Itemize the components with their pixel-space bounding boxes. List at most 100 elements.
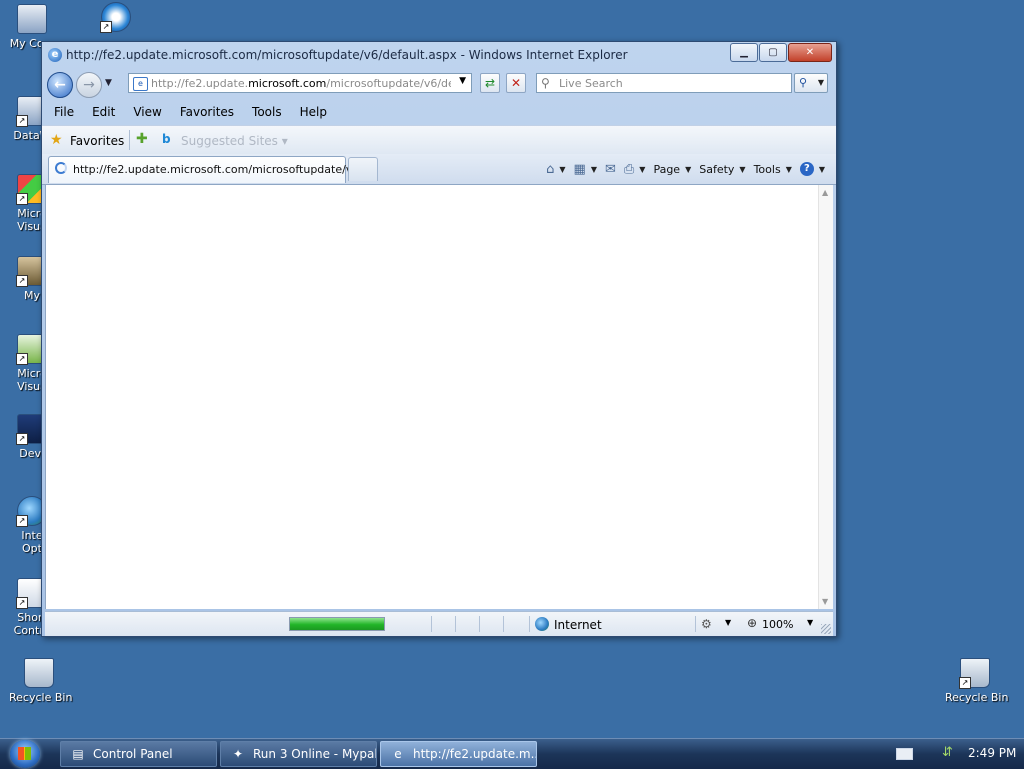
maximize-button[interactable]: ▢ (759, 43, 787, 62)
print-dropdown[interactable]: ▼ (639, 165, 645, 174)
menu-favorites[interactable]: Favorites (174, 105, 240, 119)
zoom-level[interactable]: 100% (762, 618, 793, 631)
window-controls: ▁ ▢ ✕ (730, 43, 832, 62)
taskbar-button-label: http://fe2.update.m... (413, 747, 537, 761)
print-button[interactable]: ⎙ ▼ (621, 160, 649, 178)
window-title: http://fe2.update.microsoft.com/microsof… (66, 48, 628, 62)
media-player-icon: ↗ (100, 2, 131, 33)
favorites-star-icon[interactable]: ★ (50, 132, 63, 148)
recycle-bin-icon: ↗ (959, 658, 990, 689)
resize-grip[interactable] (821, 624, 831, 634)
tools-menu[interactable]: Tools ▼ (751, 160, 795, 178)
ie-logo-icon: e (48, 48, 62, 62)
keyboard-icon[interactable] (896, 748, 913, 760)
stop-button[interactable]: ✕ (506, 73, 526, 93)
search-input[interactable]: ⚲ Live Search (536, 73, 792, 93)
internet-zone-icon (535, 617, 549, 631)
printer-icon: ⎙ (623, 161, 635, 177)
address-domain: microsoft.com (248, 77, 327, 90)
shortcut-arrow-icon: ↗ (16, 193, 28, 205)
computer-icon (17, 4, 47, 34)
mypal-icon: ✦ (232, 747, 244, 761)
page-menu-label: Page (653, 162, 681, 176)
address-prefix: http://fe2.update. (151, 77, 249, 90)
page-icon: e (133, 77, 148, 91)
menu-help[interactable]: Help (294, 105, 333, 119)
shortcut-arrow-icon: ↗ (16, 115, 28, 127)
address-dropdown[interactable]: ▼ (459, 76, 466, 86)
close-button[interactable]: ✕ (788, 43, 832, 62)
tab-current[interactable]: http://fe2.update.microsoft.com/microsof… (48, 156, 362, 183)
page-content[interactable] (45, 185, 819, 609)
add-to-favorites-icon[interactable]: ✚ (136, 131, 148, 147)
read-mail-button[interactable]: ✉ (602, 160, 619, 178)
zoom-dropdown[interactable]: ▼ (807, 618, 813, 627)
feeds-dropdown[interactable]: ▼ (591, 165, 597, 174)
new-tab-button[interactable] (348, 157, 378, 181)
vertical-scrollbar[interactable]: ▲ ▼ (818, 185, 833, 609)
desktop-icon-recycle-bin-right[interactable]: ↗ Recycle Bin (945, 658, 1008, 704)
favorites-button[interactable]: Favorites (70, 134, 124, 148)
address-url[interactable]: http://fe2.update.microsoft.com/microsof… (151, 77, 451, 90)
clock[interactable]: 2:49 PM (968, 746, 1016, 760)
tab-row: http://fe2.update.microsoft.com/microsof… (42, 154, 836, 185)
protected-mode-icon[interactable]: ⚙ (701, 617, 712, 631)
menu-tools[interactable]: Tools (246, 105, 288, 119)
desktop-icon-recycle-bin-left[interactable]: Recycle Bin (9, 658, 73, 704)
home-dropdown[interactable]: ▼ (559, 165, 565, 174)
search-options-dropdown[interactable]: ▼ (818, 74, 824, 92)
status-separator (695, 616, 696, 632)
menu-file[interactable]: File (48, 105, 80, 119)
help-dropdown[interactable]: ▼ (819, 165, 825, 174)
zoom-icon[interactable]: ⊕ (747, 616, 757, 630)
search-button[interactable]: ⚲ ▼ (794, 73, 828, 93)
menu-bar: File Edit View Favorites Tools Help (42, 100, 836, 124)
taskbar-button-label: Control Panel (93, 747, 173, 761)
forward-button[interactable]: → (76, 72, 102, 98)
scroll-down-icon[interactable]: ▼ (822, 597, 828, 606)
chevron-down-icon: ▼ (785, 164, 792, 174)
minimize-button[interactable]: ▁ (730, 43, 758, 62)
network-icon[interactable]: ⇵ (942, 745, 953, 760)
shortcut-arrow-icon: ↗ (959, 677, 971, 689)
menu-view[interactable]: View (127, 105, 167, 119)
favorites-bar: ★ Favorites ✚ b Suggested Sites ▾ (42, 125, 836, 155)
recent-pages-dropdown[interactable]: ▼ (105, 78, 112, 88)
protected-mode-dropdown[interactable]: ▼ (725, 618, 731, 627)
taskbar-button-ie[interactable]: e http://fe2.update.m... (380, 741, 537, 767)
ie-window: e http://fe2.update.microsoft.com/micros… (41, 41, 837, 637)
help-button[interactable]: ? ▼ (797, 160, 828, 178)
shortcut-arrow-icon: ↗ (16, 353, 28, 365)
taskbar-button-control-panel[interactable]: ▤ Control Panel (60, 741, 217, 767)
desktop-icon-media-player[interactable]: ↗ (86, 2, 146, 35)
command-bar: ⌂ ▼ ▦ ▼ ✉ ⎙ ▼ Page ▼ Safety ▼ Tools ▼ ? ▼ (543, 160, 828, 178)
address-suffix: /microsoftupdate/v6/defaul (326, 77, 451, 90)
navigation-bar: ← → ▼ e http://fe2.update.microsoft.com/… (42, 69, 836, 99)
suggested-sites-label: Suggested Sites (181, 134, 278, 148)
page-menu[interactable]: Page ▼ (650, 160, 694, 178)
scroll-up-icon[interactable]: ▲ (822, 188, 828, 197)
desktop-icon-label: Recycle Bin (9, 691, 73, 704)
start-button[interactable] (10, 740, 40, 768)
address-bar[interactable]: e http://fe2.update.microsoft.com/micros… (128, 73, 472, 93)
home-button[interactable]: ⌂ ▼ (543, 160, 568, 178)
windows-logo-icon (18, 747, 31, 760)
taskbar: ▤ Control Panel ✦ Run 3 Online - Mypal e… (0, 738, 1024, 769)
taskbar-button-mypal[interactable]: ✦ Run 3 Online - Mypal (220, 741, 377, 767)
menu-edit[interactable]: Edit (86, 105, 121, 119)
safety-menu[interactable]: Safety ▼ (696, 160, 748, 178)
status-separator (479, 616, 480, 632)
tools-menu-label: Tools (753, 162, 781, 176)
shortcut-arrow-icon: ↗ (16, 275, 28, 287)
status-separator (455, 616, 456, 632)
title-bar[interactable]: e http://fe2.update.microsoft.com/micros… (42, 42, 836, 68)
progress-fill (290, 618, 384, 630)
shortcut-arrow-icon: ↗ (16, 597, 28, 609)
security-zone[interactable]: Internet (554, 618, 602, 632)
suggested-sites-button[interactable]: Suggested Sites ▾ (181, 134, 288, 148)
search-icon: ⚲ (541, 76, 550, 90)
status-bar: Internet ⚙ ▼ ⊕ 100% ▼ (45, 611, 833, 636)
back-button[interactable]: ← (47, 72, 73, 98)
refresh-button[interactable]: ⇄ (480, 73, 500, 93)
feeds-button[interactable]: ▦ ▼ (571, 160, 600, 178)
